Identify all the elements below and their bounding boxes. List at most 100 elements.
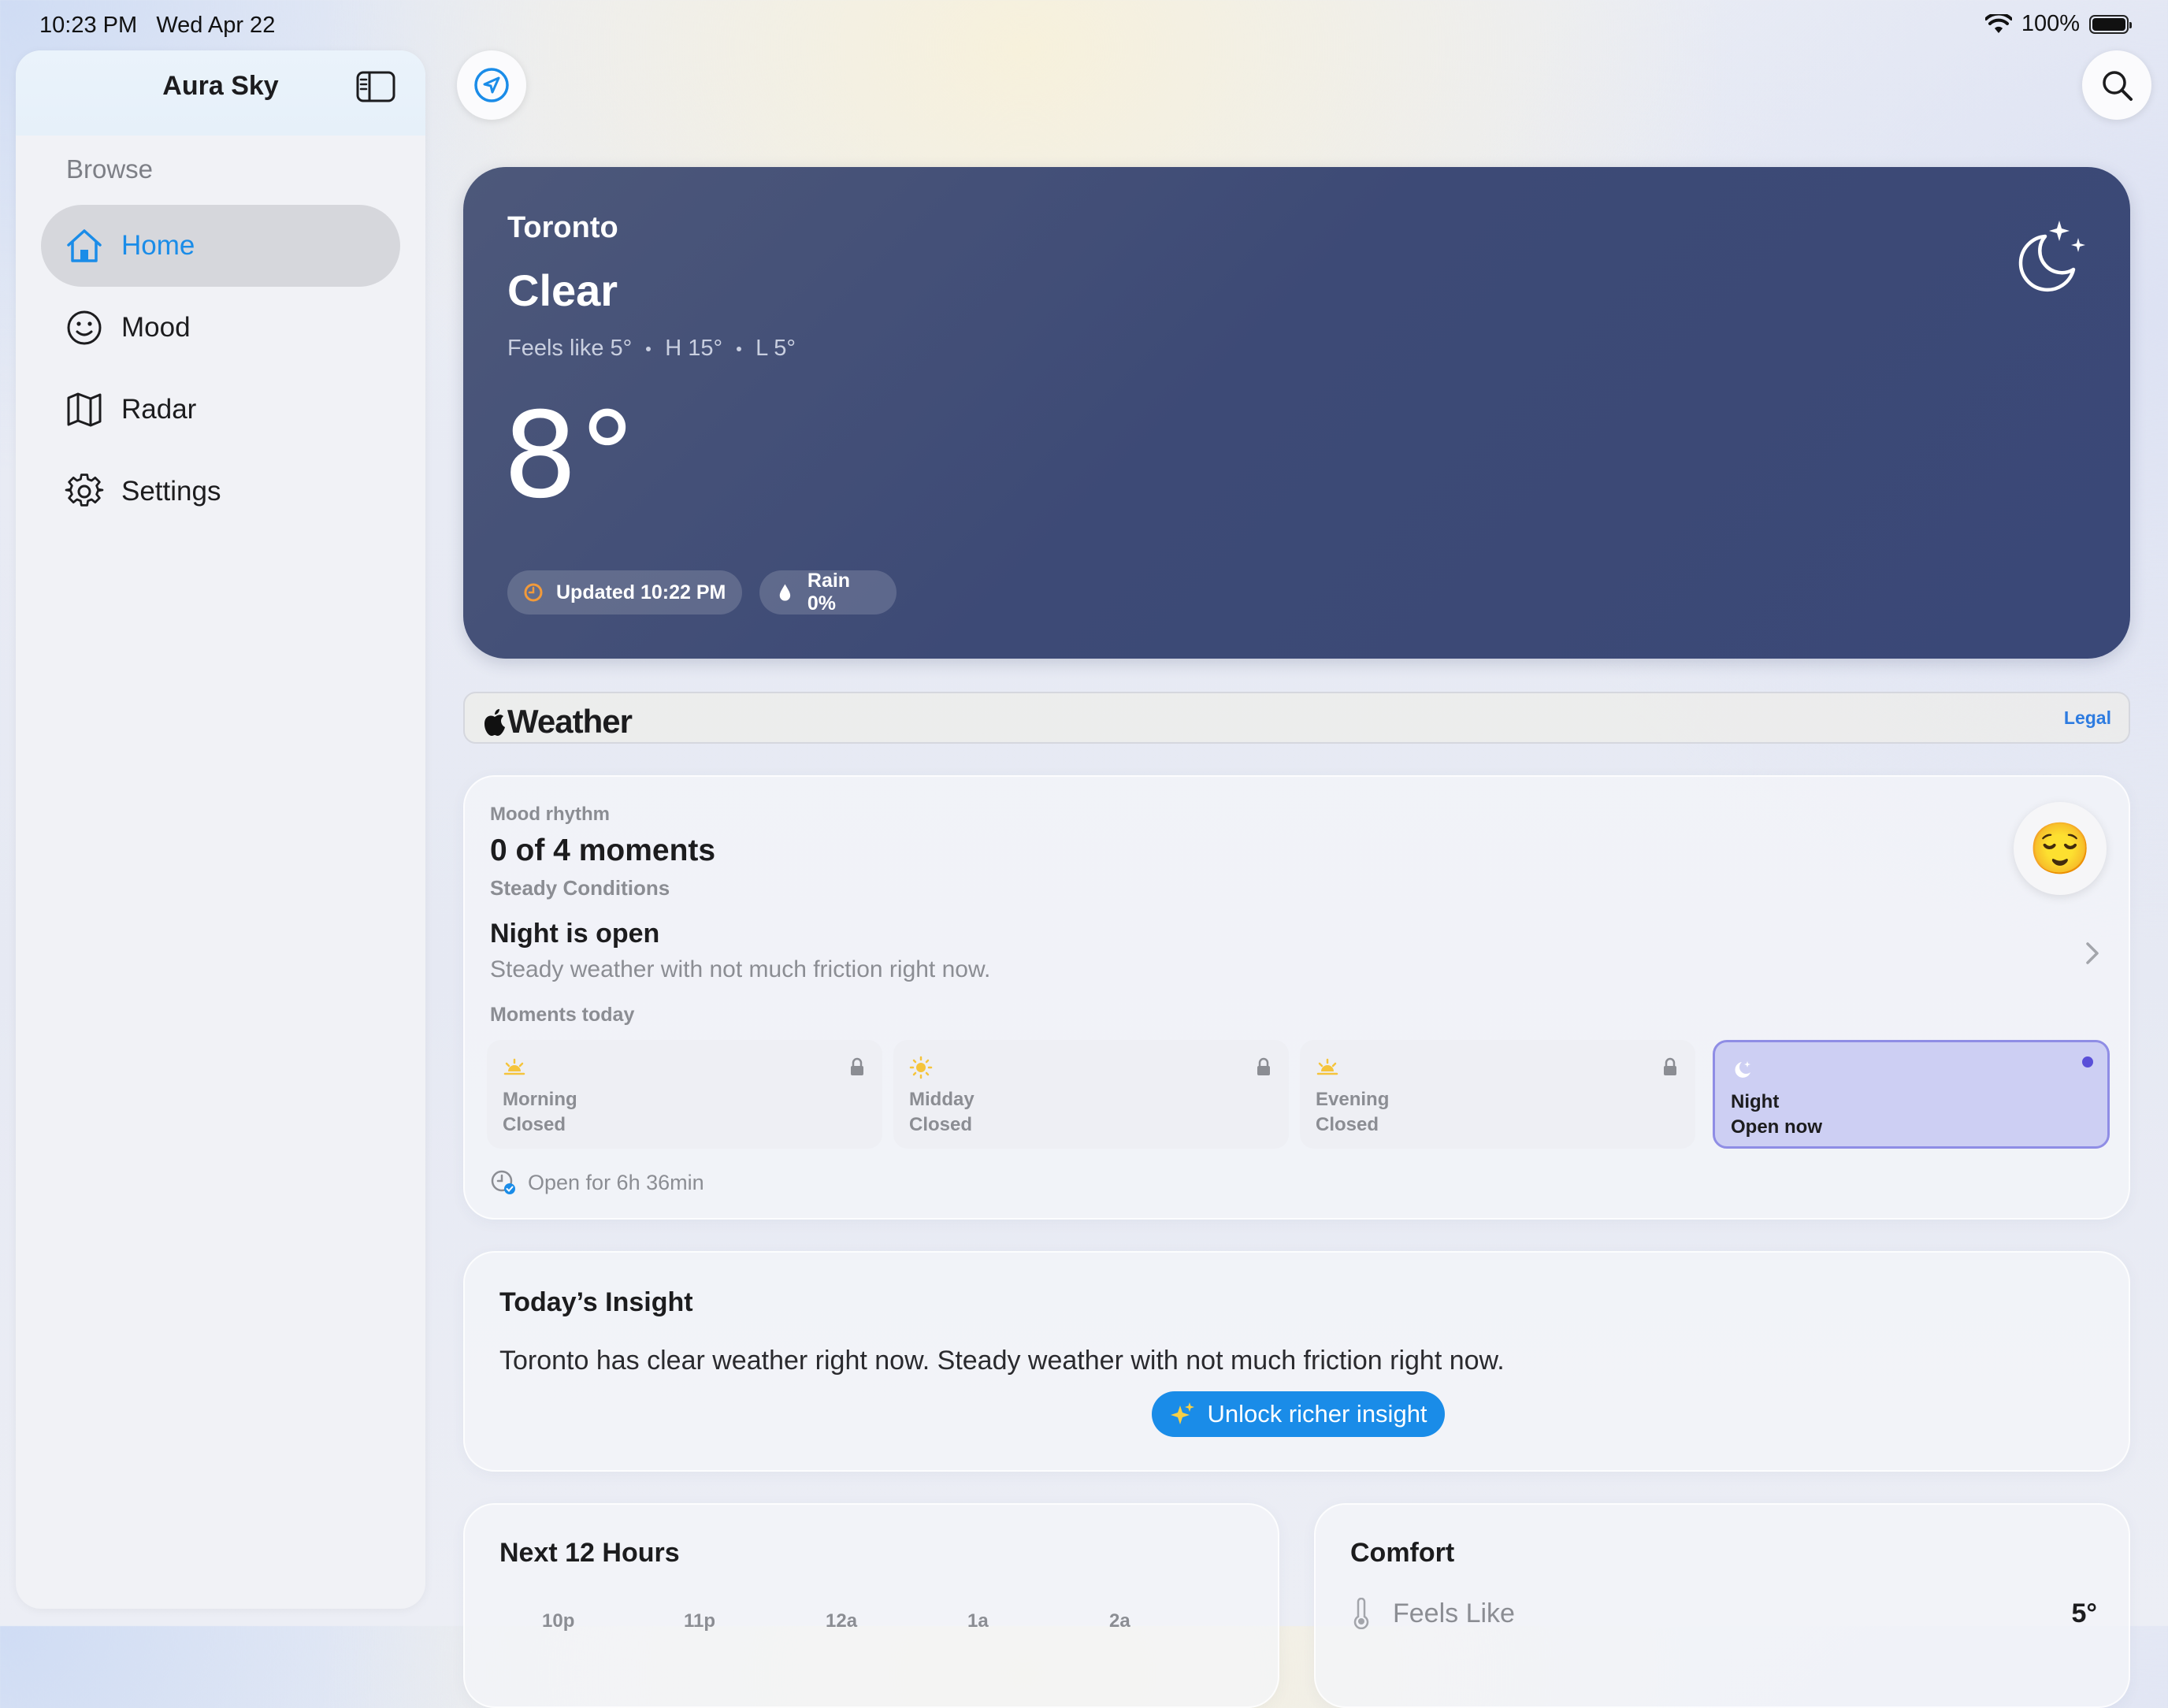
sidebar: Aura Sky Browse Home Mood Radar Settings — [16, 50, 425, 1609]
hourly-title: Next 12 Hours — [499, 1538, 680, 1568]
moment-name: Evening — [1316, 1089, 1390, 1110]
active-indicator — [2082, 1056, 2093, 1068]
moment-status: Closed — [503, 1114, 566, 1135]
open-duration-text: Open for 6h 36min — [528, 1170, 704, 1194]
status-bar: 10:23 PM Wed Apr 22 100% — [0, 0, 2168, 50]
moment-name: Midday — [909, 1089, 974, 1110]
sidebar-item-home[interactable]: Home — [41, 205, 400, 287]
hourly-forecast-card[interactable]: Next 12 Hours 10p 11p 12a 1a 2a — [463, 1503, 1279, 1708]
comfort-row-value: 5° — [2071, 1598, 2097, 1628]
lock-icon — [1257, 1057, 1270, 1075]
search-button[interactable] — [2082, 50, 2151, 120]
moon-icon — [1735, 1061, 1750, 1078]
location-button[interactable] — [457, 50, 526, 120]
separator-dot — [737, 346, 742, 351]
weather-logo: Weather — [482, 703, 633, 741]
unlock-insight-label: Unlock richer insight — [1207, 1400, 1427, 1428]
smiley-icon — [67, 310, 102, 345]
hour-label: 12a — [826, 1610, 858, 1632]
browse-section-label: Browse — [66, 154, 154, 184]
comfort-row-label: Feels Like — [1393, 1598, 1515, 1628]
open-duration: Open for 6h 36min — [490, 1169, 704, 1196]
legal-link[interactable]: Legal — [2064, 707, 2111, 729]
sidebar-header: Aura Sky — [16, 50, 425, 136]
search-icon — [2103, 71, 2133, 101]
status-date: Wed Apr 22 — [156, 13, 276, 38]
rain-text: Rain 0% — [807, 570, 851, 615]
moments-today-label: Moments today — [490, 1004, 635, 1026]
comfort-title: Comfort — [1350, 1538, 1455, 1568]
moon-stars-icon — [2018, 221, 2085, 292]
house-icon — [67, 229, 102, 262]
lock-icon — [851, 1057, 863, 1075]
map-icon — [67, 392, 102, 427]
insight-body: Toronto has clear weather right now. Ste… — [499, 1346, 1505, 1376]
apple-logo-icon — [484, 709, 505, 736]
mood-description: Steady weather with not much friction ri… — [490, 956, 991, 982]
status-time: 10:23 PM Wed Apr 22 — [39, 13, 275, 39]
moment-evening[interactable]: Evening Closed — [1300, 1040, 1695, 1149]
battery-percent: 100% — [2021, 11, 2080, 36]
mood-headline: Night is open — [490, 919, 660, 949]
hour-label: 11p — [684, 1610, 716, 1632]
status-right: 100% — [1984, 11, 2132, 37]
sidebar-item-settings[interactable]: Settings — [41, 451, 400, 533]
moment-midday[interactable]: Midday Closed — [893, 1040, 1289, 1149]
sidebar-item-label: Settings — [121, 476, 221, 507]
sidebar-item-label: Mood — [121, 312, 191, 343]
feels-like-text: Feels like 5° — [507, 336, 633, 361]
conditions-state: Steady Conditions — [490, 876, 670, 900]
sidebar-toggle-icon[interactable] — [356, 71, 395, 102]
moment-name: Night — [1731, 1091, 1780, 1112]
weather-attribution: Weather Legal — [463, 692, 2130, 744]
weather-brand-text: Weather — [507, 703, 633, 740]
sidebar-item-radar[interactable]: Radar — [41, 369, 400, 451]
moment-morning[interactable]: Morning Closed — [487, 1040, 882, 1149]
sun-icon — [909, 1056, 933, 1079]
hour-label: 1a — [967, 1610, 989, 1632]
moment-name: Morning — [503, 1089, 577, 1110]
hour-label: 10p — [542, 1610, 575, 1632]
chevron-right-icon[interactable] — [2083, 939, 2102, 967]
battery-fill — [2092, 17, 2125, 31]
mood-emoji-button[interactable]: 😌 — [2014, 802, 2107, 895]
condition-text: Clear — [507, 265, 618, 315]
location-arrow-icon — [474, 68, 509, 102]
mood-rhythm-card[interactable]: Mood rhythm 0 of 4 moments Steady Condit… — [463, 775, 2130, 1220]
hour-labels: 10p 11p 12a 1a 2a — [542, 1610, 1251, 1632]
high-temp: H 15° — [665, 336, 723, 361]
wifi-icon — [1984, 13, 2012, 33]
clock-check-icon — [491, 1170, 515, 1194]
separator-dot — [646, 346, 652, 351]
battery-icon — [2089, 14, 2132, 34]
hour-label: 2a — [1109, 1610, 1130, 1632]
sparkles-icon — [1171, 1402, 1195, 1424]
feels-like-row: Feels Like 5° — [1350, 1598, 2097, 1629]
moments-count: 0 of 4 moments — [490, 834, 716, 867]
rain-pill: Rain 0% — [759, 570, 897, 615]
moment-status: Closed — [909, 1114, 973, 1135]
unlock-insight-button[interactable]: Unlock richer insight — [1152, 1391, 1445, 1437]
sidebar-item-label: Home — [121, 230, 195, 261]
mood-eyebrow: Mood rhythm — [490, 804, 610, 825]
moment-status: Closed — [1316, 1114, 1379, 1135]
raindrop-icon — [779, 584, 791, 601]
insight-title: Today’s Insight — [499, 1287, 693, 1317]
updated-text: Updated 10:22 PM — [556, 581, 726, 603]
todays-insight-card: Today’s Insight Toronto has clear weathe… — [463, 1251, 2130, 1472]
city-name: Toronto — [507, 211, 618, 244]
gear-icon — [65, 473, 104, 507]
thermometer-icon — [1353, 1598, 1369, 1629]
moment-night[interactable]: Night Open now — [1713, 1040, 2110, 1149]
sidebar-item-mood[interactable]: Mood — [41, 287, 400, 369]
clock-icon — [524, 583, 543, 602]
sunrise-icon — [503, 1058, 525, 1075]
sidebar-item-label: Radar — [121, 394, 197, 425]
updated-pill: Updated 10:22 PM — [507, 570, 742, 615]
current-weather-card[interactable]: Toronto Clear Feels like 5° H 15° L 5° 8… — [463, 167, 2130, 659]
current-temperature: 8° — [503, 388, 637, 525]
lock-icon — [1664, 1057, 1676, 1075]
status-clock: 10:23 PM — [39, 13, 138, 38]
moment-status: Open now — [1731, 1116, 1822, 1138]
comfort-card[interactable]: Comfort Feels Like 5° — [1314, 1503, 2130, 1708]
